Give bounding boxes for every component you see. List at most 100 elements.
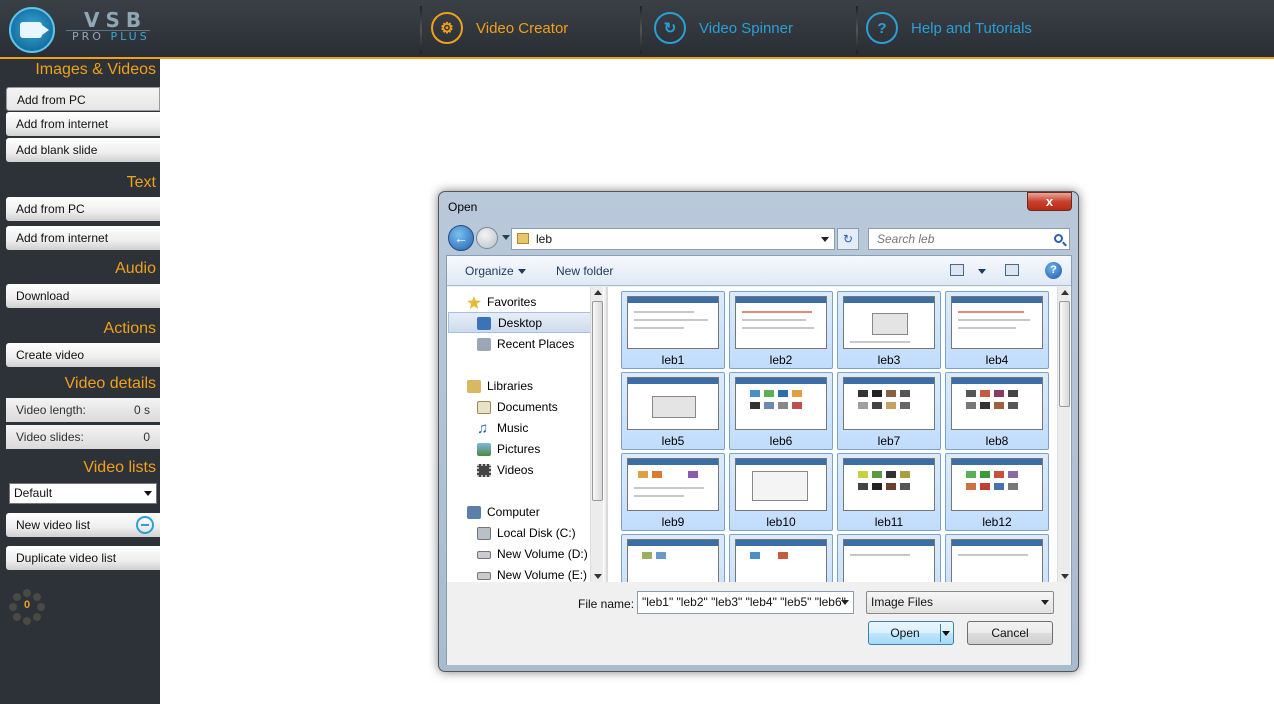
scroll-down-icon[interactable] [594,574,602,579]
nav-libraries[interactable]: Libraries [447,376,595,397]
file-tile[interactable]: leb9 [621,453,725,531]
nav-local-disk-c[interactable]: Local Disk (C:) [447,523,595,544]
nav-desktop[interactable]: Desktop [448,312,596,333]
image-thumbnail [843,458,935,511]
preview-pane-icon[interactable] [1005,264,1019,276]
change-view-icon[interactable] [950,264,964,276]
nav-label: Help and Tutorials [911,19,1032,37]
chevron-down-icon[interactable] [821,237,829,242]
image-thumbnail [735,296,827,349]
chevron-down-icon[interactable] [841,600,849,605]
file-scrollbar[interactable] [1057,287,1070,582]
dialog-footer: File name: "leb1" "leb2" "leb3" "leb4" "… [447,583,1071,665]
file-tile[interactable]: leb11 [837,453,941,531]
file-tile[interactable]: leb8 [945,372,1049,450]
file-name: leb11 [874,515,904,529]
file-tile[interactable]: leb2 [729,291,833,369]
file-tile[interactable]: leb1 [621,291,725,369]
file-tile[interactable] [621,534,725,582]
file-tile[interactable]: leb6 [729,372,833,450]
new-folder-button[interactable]: New folder [556,264,613,278]
nav-computer[interactable]: Computer [447,502,595,523]
nav-divider [640,6,642,54]
cancel-button[interactable]: Cancel [967,621,1053,645]
video-length-row: Video length: 0 s [6,398,160,422]
file-tile[interactable] [945,534,1049,582]
libraries-icon [467,380,481,393]
file-tile[interactable] [729,534,833,582]
history-chevron-down-icon[interactable] [502,235,510,240]
duplicate-video-list-button[interactable]: Duplicate video list [6,546,160,570]
organize-button[interactable]: Organize [465,264,526,278]
remove-list-icon[interactable] [136,516,154,534]
open-label: Open [890,626,920,640]
nav-recent-places[interactable]: Recent Places [447,334,595,355]
refresh-icon: ↻ [654,12,686,44]
logo-main: VSB [84,8,148,32]
search-icon[interactable] [1054,234,1063,243]
forward-arrow-icon[interactable] [476,227,498,249]
scroll-down-icon[interactable] [1061,574,1069,579]
dialog-body: Organize New folder ? Favorites Desktop [446,255,1072,665]
nav-volume-d[interactable]: New Volume (D:) [447,544,595,565]
add-image-from-pc-button[interactable]: Add from PC [6,87,160,111]
logo-sub-a: PRO [72,30,111,43]
drive-icon [477,551,491,559]
file-name: leb12 [982,515,1012,529]
nav-videos[interactable]: Videos [447,460,595,481]
nav-documents[interactable]: Documents [447,397,595,418]
add-blank-slide-button[interactable]: Add blank slide [6,138,160,162]
image-thumbnail [627,296,719,349]
file-name-input[interactable]: "leb1" "leb2" "leb3" "leb4" "leb5" "leb6… [637,591,854,614]
file-tile[interactable]: leb10 [729,453,833,531]
scroll-up-icon[interactable] [1061,290,1069,295]
search-input[interactable]: Search leb [868,228,1070,250]
nav-label: Video Spinner [699,19,793,37]
logo-sub-b: PLUS [110,30,150,43]
image-thumbnail [735,539,827,582]
nav-label: Music [497,421,529,435]
add-image-from-internet-button[interactable]: Add from internet [6,112,160,136]
video-slides-value: 0 [143,430,150,444]
nav-label: Pictures [497,442,541,456]
close-button[interactable]: x [1027,192,1072,211]
add-text-from-pc-button[interactable]: Add from PC [6,197,160,221]
video-list-selected: Default [14,486,53,500]
chevron-down-icon[interactable] [942,631,950,636]
refresh-icon[interactable]: ↻ [837,228,859,250]
back-arrow-icon[interactable]: ← [448,225,474,251]
file-tile[interactable]: leb4 [945,291,1049,369]
video-slides-row: Video slides: 0 [6,425,160,449]
nav-scrollbar[interactable] [590,287,603,582]
file-tile[interactable]: leb5 [621,372,725,450]
section-title-actions: Actions [103,320,156,337]
open-button[interactable]: Open [868,621,954,645]
file-tile[interactable]: leb12 [945,453,1049,531]
scroll-thumb[interactable] [592,301,603,501]
new-video-list-button[interactable]: New video list [6,513,160,537]
nav-video-spinner[interactable]: ↻ Video Spinner [654,10,793,46]
help-icon[interactable]: ? [1045,262,1062,279]
video-list-select[interactable]: Default [9,483,157,504]
address-bar[interactable]: leb [511,228,835,250]
chevron-down-icon [144,491,152,496]
file-tile[interactable] [837,534,941,582]
file-tile[interactable]: leb3 [837,291,941,369]
nav-pictures[interactable]: Pictures [447,439,595,460]
nav-favorites[interactable]: Favorites [447,292,595,313]
counter-value: 0 [23,599,31,611]
scroll-up-icon[interactable] [594,290,602,295]
organize-label: Organize [465,264,514,278]
add-text-from-internet-button[interactable]: Add from internet [6,226,160,250]
nav-help-tutorials[interactable]: ? Help and Tutorials [866,10,1032,46]
open-file-dialog: Open x ← leb ↻ Search leb Organize New f… [438,191,1079,672]
view-options-button[interactable] [974,264,986,278]
scroll-thumb[interactable] [1059,301,1070,407]
download-audio-button[interactable]: Download [6,284,160,308]
app-window: VSB PRO PLUS ⚙ Video Creator ↻ Video Spi… [0,0,1274,704]
file-type-select[interactable]: Image Files [866,591,1054,614]
file-tile[interactable]: leb7 [837,372,941,450]
nav-video-creator[interactable]: ⚙ Video Creator [431,10,568,46]
create-video-button[interactable]: Create video [6,343,160,367]
nav-music[interactable]: ♫ Music [447,418,595,439]
